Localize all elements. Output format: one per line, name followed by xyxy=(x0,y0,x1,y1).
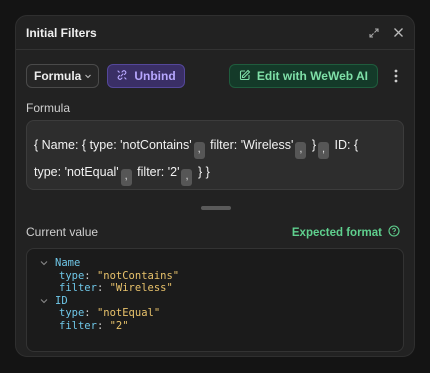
tree-leaf: filter: "Wireless" xyxy=(39,282,403,295)
formula-toolbar: Formula Unbind Edit with WeWeb AI xyxy=(26,64,404,88)
edit-with-ai-button[interactable]: Edit with WeWeb AI xyxy=(228,64,378,88)
comma-chip[interactable]: , xyxy=(120,169,132,186)
current-value-label: Current value xyxy=(26,225,99,239)
tree-key: filter xyxy=(59,319,97,332)
tree-leaf: type: "notContains" xyxy=(39,270,403,283)
header-actions xyxy=(366,25,406,41)
tree-value: "Wireless" xyxy=(109,282,173,294)
chevron-down-icon xyxy=(84,69,92,83)
mode-select-label: Formula xyxy=(34,69,82,83)
initial-filters-panel: Initial Filters Formula Unbind Edit with… xyxy=(15,15,415,357)
chevron-down-icon[interactable] xyxy=(39,297,55,305)
formula-line-1: { Name: { type: 'notContains', filter: '… xyxy=(34,132,396,159)
formula-text: filter: 'Wireless' xyxy=(206,138,294,152)
tree-node-id[interactable]: ID xyxy=(39,295,403,308)
close-icon[interactable] xyxy=(390,25,406,41)
expected-format-label: Expected format xyxy=(291,226,382,239)
mode-select[interactable]: Formula xyxy=(26,64,100,88)
chevron-down-icon[interactable] xyxy=(39,259,55,267)
tree-key: type xyxy=(59,269,85,282)
tree-value: "notEqual" xyxy=(96,307,161,319)
unbind-button[interactable]: Unbind xyxy=(107,64,185,88)
ai-edit-icon xyxy=(239,69,251,84)
tree-key: type xyxy=(59,307,85,319)
ai-label: Edit with WeWeb AI xyxy=(256,69,368,83)
tree-leaf: type: "notEqual" xyxy=(39,307,403,320)
formula-editor[interactable]: { Name: { type: 'notContains', filter: '… xyxy=(26,120,404,190)
tree-value: "notContains" xyxy=(96,269,180,282)
unbind-label: Unbind xyxy=(134,69,176,83)
tree-key: Name xyxy=(55,257,81,269)
expected-format-link[interactable]: Expected format xyxy=(292,225,400,240)
unlink-icon xyxy=(116,69,128,84)
panel-header: Initial Filters xyxy=(16,16,414,50)
formula-text: ID: { xyxy=(331,138,359,152)
formula-text: filter: '2' xyxy=(133,165,180,179)
formula-text: type: 'notEqual' xyxy=(34,165,119,179)
formula-text: } xyxy=(308,138,317,152)
help-icon xyxy=(388,225,400,240)
comma-chip[interactable]: , xyxy=(193,142,205,159)
more-options-icon[interactable] xyxy=(388,64,404,88)
formula-text: } } xyxy=(194,165,210,179)
comma-chip[interactable]: , xyxy=(295,142,307,159)
comma-chip[interactable]: , xyxy=(318,142,330,159)
formula-line-2: type: 'notEqual', filter: '2', } } xyxy=(34,159,396,186)
panel-title: Initial Filters xyxy=(26,25,97,40)
formula-label: Formula xyxy=(26,101,71,115)
tree-value: "2" xyxy=(109,319,129,332)
expand-icon[interactable] xyxy=(366,25,382,41)
tree-key: filter xyxy=(59,282,97,294)
tree-leaf: filter: "2" xyxy=(39,320,403,333)
tree-node-name[interactable]: Name xyxy=(39,257,403,270)
current-value-tree: Name type: "notContains" filter: "Wirele… xyxy=(26,248,404,352)
resize-handle[interactable] xyxy=(201,206,231,210)
formula-text: { Name: { type: 'notContains' xyxy=(34,138,192,152)
tree-key: ID xyxy=(55,294,68,307)
comma-chip[interactable]: , xyxy=(181,169,193,186)
